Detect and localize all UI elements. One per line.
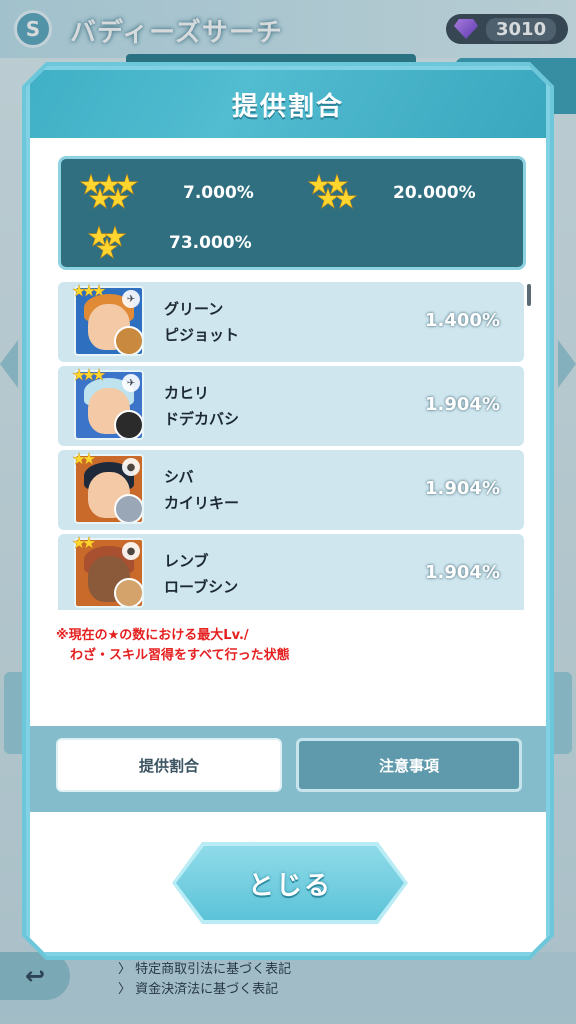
trainer-name: レンブ <box>164 552 209 570</box>
pokemon-name: ピジョット <box>164 326 240 344</box>
one-star-icon <box>87 225 127 261</box>
list-item[interactable]: ● レンブ ローブシン 1.904% <box>58 534 524 610</box>
drop-rate: 1.904% <box>425 478 500 499</box>
close-button-label: とじる <box>247 870 332 901</box>
rate-value: 7.000% <box>183 183 254 203</box>
notice-line: ※現在の★の数における最大Lv./ <box>56 628 249 643</box>
trainer-portrait: ✈ <box>74 370 144 440</box>
drop-rate: 1.904% <box>425 562 500 583</box>
trainer-portrait: ✈ <box>74 286 144 356</box>
trainer-name: グリーン <box>164 300 224 318</box>
pokemon-icon <box>114 410 144 440</box>
rate-value: 20.000% <box>393 183 476 203</box>
fighting-type-icon: ● <box>122 458 140 476</box>
tab-rates[interactable]: 提供割合 <box>56 738 282 792</box>
list-item[interactable]: ✈ カヒリ ドデカバシ 1.904% <box>58 366 524 446</box>
trainer-portrait: ● <box>74 538 144 608</box>
two-star-icon <box>307 173 353 213</box>
close-button[interactable]: とじる <box>176 846 404 920</box>
sync-pair-list[interactable]: ✈ グリーン ピジョット 1.400% ✈ カヒリ ドデカバシ 1.904% ●… <box>58 282 526 610</box>
pokemon-name: カイリキー <box>164 494 240 512</box>
trainer-name: シバ <box>164 468 194 486</box>
rarity-rates-box: 7.000% 20.000% 73.000% <box>58 156 526 270</box>
trainer-name: カヒリ <box>164 384 210 402</box>
rate-value: 73.000% <box>169 233 252 253</box>
rates-modal: 提供割合 7.000% 20.000% 73.000% ✈ グリーン ピジョット… <box>26 66 550 956</box>
pokemon-icon <box>114 494 144 524</box>
modal-header: 提供割合 <box>30 70 546 138</box>
rate-1-star: 73.000% <box>87 225 252 261</box>
drop-rate: 1.400% <box>425 310 500 331</box>
notice-line: わざ・スキル習得をすべて行った状態 <box>70 648 290 663</box>
pokemon-name: ドデカバシ <box>164 410 240 428</box>
trainer-portrait: ● <box>74 454 144 524</box>
rate-2-star: 20.000% <box>307 173 476 213</box>
list-scrollbar[interactable] <box>527 284 531 306</box>
rate-3-star: 7.000% <box>79 173 254 213</box>
modal-title: 提供割合 <box>231 91 344 122</box>
pokemon-name: ローブシン <box>164 578 239 596</box>
tab-bar: 提供割合 注意事項 <box>30 726 546 812</box>
three-star-icon <box>79 173 139 213</box>
pokemon-icon <box>114 578 144 608</box>
tab-notes[interactable]: 注意事項 <box>296 738 522 792</box>
notice-text: ※現在の★の数における最大Lv./ わざ・スキル習得をすべて行った状態 <box>56 626 290 666</box>
list-item[interactable]: ● シバ カイリキー 1.904% <box>58 450 524 530</box>
list-item[interactable]: ✈ グリーン ピジョット 1.400% <box>58 282 524 362</box>
fighting-type-icon: ● <box>122 542 140 560</box>
drop-rate: 1.904% <box>425 394 500 415</box>
flying-type-icon: ✈ <box>122 374 140 392</box>
pokemon-icon <box>114 326 144 356</box>
flying-type-icon: ✈ <box>122 290 140 308</box>
